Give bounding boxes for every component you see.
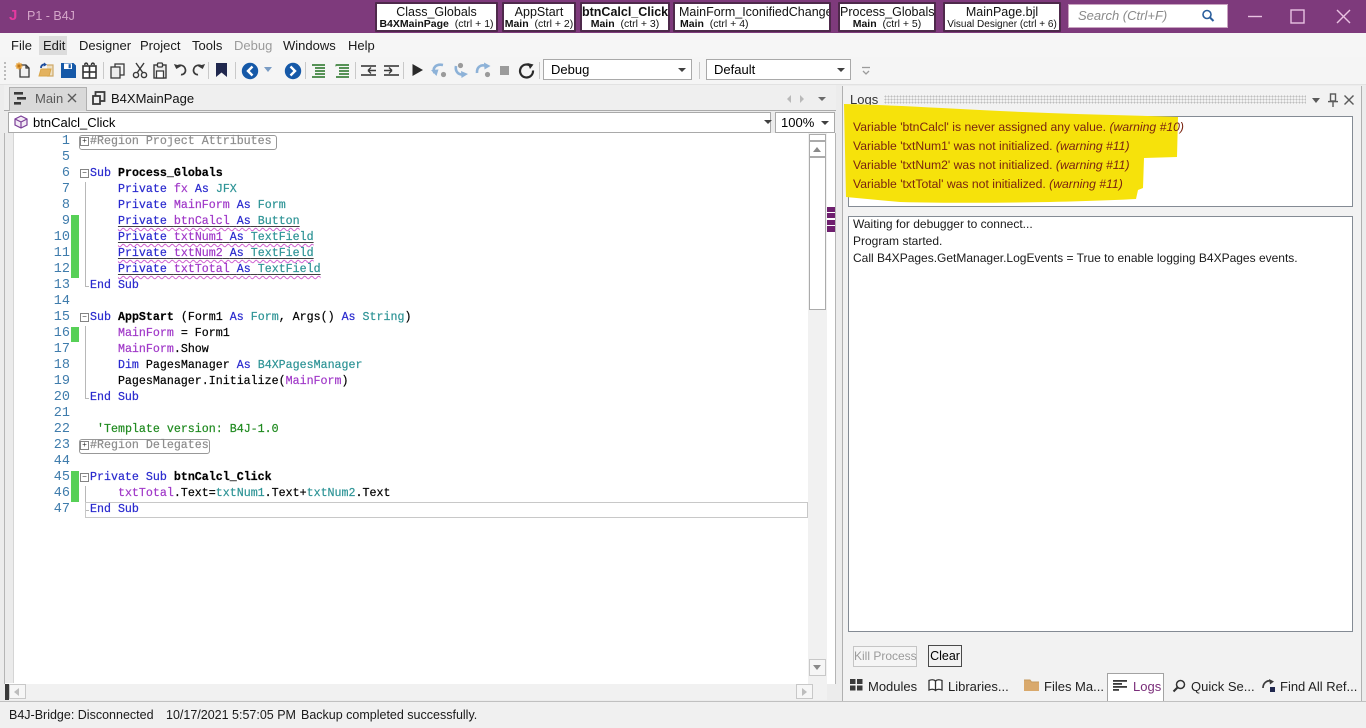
svg-text:': ' <box>335 63 337 73</box>
